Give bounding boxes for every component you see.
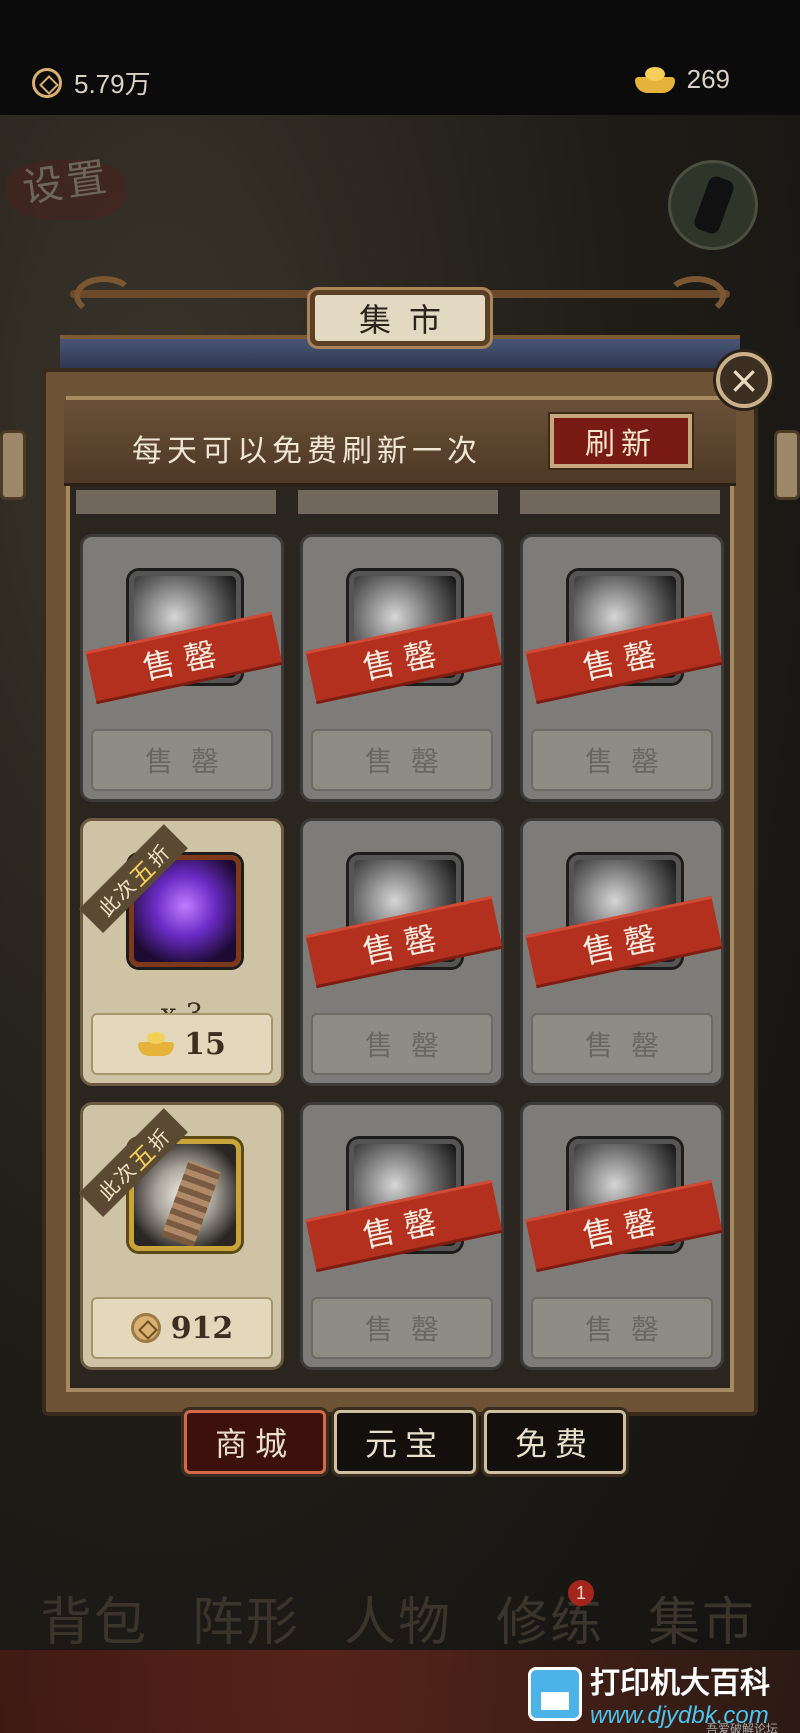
watermark-title: 打印机大百科 [590, 1666, 770, 1701]
item-card[interactable]: 售罄 售罄 [300, 1102, 504, 1370]
item-card[interactable]: 售罄 售罄 [300, 534, 504, 802]
buy-button[interactable]: 912 [91, 1297, 273, 1359]
price-bar: 售罄 [311, 729, 493, 791]
buy-button[interactable]: 15 [91, 1013, 273, 1075]
refresh-hint: 每天可以免费刷新一次 [132, 434, 482, 469]
top-bar: 5.79万 269 [0, 0, 800, 115]
item-grid: 售罄 售罄 售罄 售罄 售罄 售罄 此次五折 x 3 15 售罄 售罄 售罄 售… [76, 498, 724, 1388]
close-button[interactable]: × [716, 352, 772, 408]
notification-badge: 1 [568, 1580, 594, 1606]
item-card[interactable]: 售罄 售罄 [80, 534, 284, 802]
item-price: 15 [184, 1026, 226, 1062]
watermark-tag: 吾爱破解论坛 [706, 1722, 779, 1733]
gold-ingot-icon [138, 1032, 175, 1056]
roof-ornament-right [666, 276, 726, 316]
item-card[interactable]: 售罄 售罄 [520, 1102, 724, 1370]
lantern-left [0, 430, 26, 500]
panel-title: 集市 [310, 290, 490, 346]
price-bar: 售罄 [91, 729, 273, 791]
tab-free[interactable]: 免费 [484, 1410, 626, 1474]
nav-item-character[interactable]: 人物 [344, 1580, 452, 1655]
item-card[interactable]: 售罄 售罄 [520, 534, 724, 802]
price-bar: 售罄 [531, 1297, 713, 1359]
price-bar: 售罄 [531, 1013, 713, 1075]
gold-ingot-icon [634, 66, 675, 93]
item-price: 912 [170, 1310, 234, 1346]
tab-ingots[interactable]: 元宝 [334, 1410, 476, 1474]
printer-icon [528, 1667, 582, 1721]
copper-coin-icon [130, 1313, 161, 1343]
copper-coin-icon [32, 67, 62, 98]
roof-ornament-left [74, 276, 134, 316]
shop-tabs: 商城 元宝 免费 [184, 1410, 626, 1474]
lantern-right [774, 430, 800, 500]
price-bar: 售罄 [531, 729, 713, 791]
price-bar: 售罄 [311, 1297, 493, 1359]
tab-mall[interactable]: 商城 [184, 1410, 326, 1474]
refresh-button[interactable]: 刷新 [550, 414, 692, 468]
item-card[interactable]: 售罄 售罄 [300, 818, 504, 1086]
avatar[interactable] [668, 160, 758, 250]
settings-button[interactable]: 设置 [18, 144, 114, 214]
item-card[interactable]: 此次五折 x 3 15 [79, 818, 284, 1086]
item-card[interactable]: 售罄 售罄 [520, 818, 724, 1086]
coin-amount: 5.79万 [74, 69, 151, 99]
nav-item-bag[interactable]: 背包 [40, 1580, 148, 1655]
ingot-amount: 269 [686, 64, 730, 94]
nav-item-formation[interactable]: 阵形 [192, 1580, 300, 1655]
ingot-balance: 269 [634, 64, 730, 95]
coin-balance: 5.79万 [32, 64, 151, 101]
item-card[interactable]: 此次五折 912 [79, 1102, 284, 1370]
close-icon: × [728, 358, 760, 402]
price-bar: 售罄 [311, 1013, 493, 1075]
refresh-header: 每天可以免费刷新一次 刷新 [64, 400, 736, 486]
nav-item-market[interactable]: 集市 [648, 1580, 756, 1655]
